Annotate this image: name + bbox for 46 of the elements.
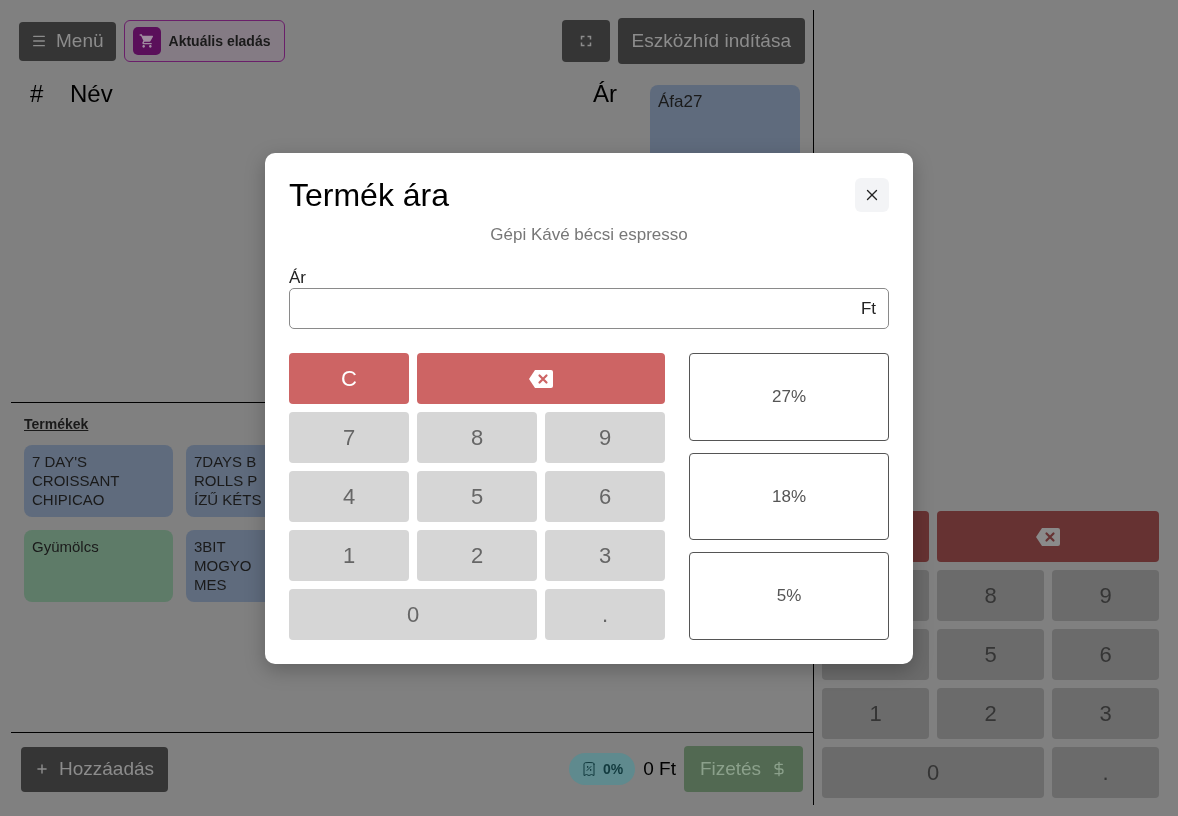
keypad-key[interactable]: . bbox=[1052, 747, 1159, 798]
backspace-key[interactable] bbox=[937, 511, 1159, 562]
plus-icon bbox=[35, 762, 49, 776]
backspace-key[interactable] bbox=[417, 353, 665, 404]
keypad-key[interactable]: 8 bbox=[417, 412, 537, 463]
keypad-key[interactable]: 6 bbox=[545, 471, 665, 522]
keypad-key[interactable]: 5 bbox=[417, 471, 537, 522]
discount-chip[interactable]: 0% bbox=[569, 753, 636, 785]
backspace-icon bbox=[529, 369, 553, 388]
column-header: # bbox=[30, 79, 45, 109]
keypad-key[interactable]: 0 bbox=[289, 589, 537, 640]
pay-button[interactable]: Fizetés bbox=[684, 746, 803, 792]
device-bridge-button[interactable]: Eszközhíd indítása bbox=[617, 18, 805, 64]
dialog-subtitle: Gépi Kávé bécsi espresso bbox=[490, 225, 688, 245]
keypad-key[interactable]: . bbox=[545, 589, 665, 640]
fullscreen-button[interactable] bbox=[561, 20, 610, 62]
product-card[interactable]: Gyümölcs bbox=[24, 530, 173, 602]
menu-button[interactable]: Menü bbox=[19, 21, 116, 61]
menu-icon bbox=[31, 33, 47, 49]
backspace-icon bbox=[1036, 527, 1060, 546]
field-label: Ár bbox=[289, 268, 306, 288]
price-input[interactable]: Ft bbox=[289, 288, 889, 329]
dialog-title: Termék ára bbox=[289, 176, 450, 215]
vat-rate-button[interactable]: 5% bbox=[689, 552, 889, 640]
receipt-percent-icon bbox=[581, 761, 598, 777]
total-amount: 0 Ft bbox=[643, 756, 676, 781]
vat-rate-button[interactable]: 18% bbox=[689, 452, 889, 541]
vat-rate-button[interactable]: 27% bbox=[689, 353, 889, 441]
product-card[interactable]: 7 DAY'S CROISSANT CHIPICAO bbox=[24, 445, 173, 517]
add-button[interactable]: Hozzáadás bbox=[21, 746, 169, 792]
keypad-key[interactable]: 7 bbox=[289, 412, 409, 463]
section-title: Termékek bbox=[24, 416, 89, 432]
column-header: Név bbox=[70, 79, 113, 109]
product-card[interactable]: 7DAYS B ROLLS P ÍZŰ KÉTS bbox=[186, 445, 265, 517]
keypad-key[interactable]: 4 bbox=[289, 471, 409, 522]
currency-suffix: Ft bbox=[860, 297, 876, 320]
keypad-key[interactable]: 9 bbox=[545, 412, 665, 463]
keypad-key[interactable]: 2 bbox=[417, 530, 537, 581]
product-card[interactable]: 3BIT MOGYO MES bbox=[186, 530, 265, 602]
close-button[interactable] bbox=[855, 178, 889, 212]
keypad-key[interactable]: 1 bbox=[289, 530, 409, 581]
column-header: Ár bbox=[593, 79, 617, 109]
cart-icon bbox=[132, 27, 161, 55]
current-sale-button[interactable]: Aktuális eladás bbox=[123, 20, 286, 62]
clear-key[interactable]: C bbox=[289, 353, 409, 404]
keypad-key[interactable]: 3 bbox=[545, 530, 665, 581]
